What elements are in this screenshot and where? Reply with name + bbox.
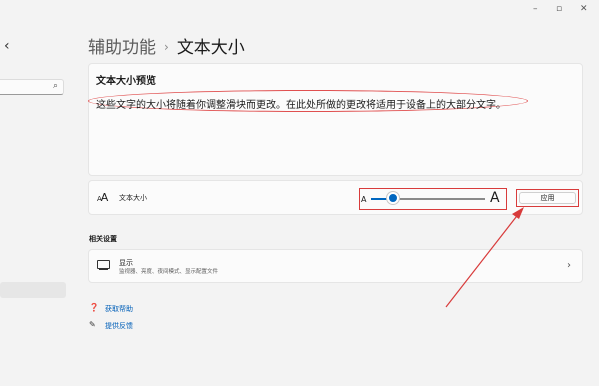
feedback-icon: ✎ — [89, 320, 96, 329]
close-button[interactable]: ✕ — [580, 4, 588, 14]
search-input[interactable]: ⌕ — [0, 79, 64, 95]
slider-thumb[interactable] — [387, 192, 399, 204]
page-title: 文本大小 — [176, 38, 245, 58]
preview-title: 文本大小预览 — [96, 76, 156, 87]
display-subtitle: 监视器、亮度、夜间模式、显示配置文件 — [119, 269, 219, 275]
chevron-right-icon: › — [567, 260, 571, 271]
breadcrumb-parent[interactable]: 辅助功能 — [88, 38, 156, 58]
text-size-icon: AA — [97, 191, 108, 204]
chevron-right-icon: › — [164, 40, 169, 54]
back-icon[interactable]: ‹ — [4, 38, 10, 54]
sidebar-item-selected[interactable] — [0, 282, 66, 298]
breadcrumb: 辅助功能 › 文本大小 — [88, 33, 245, 58]
preview-card — [88, 63, 583, 176]
slider-min-label: A — [361, 195, 367, 204]
text-size-label: 文本大小 — [119, 194, 147, 202]
monitor-icon-base — [99, 269, 108, 271]
minimize-button[interactable]: – — [533, 4, 538, 14]
annotation-apply-box: 应用 — [516, 189, 579, 207]
maximize-button[interactable]: ▫ — [556, 4, 562, 14]
text-size-row — [88, 180, 583, 215]
apply-button[interactable]: 应用 — [519, 192, 576, 204]
display-settings-item[interactable] — [88, 249, 583, 283]
related-settings-heading: 相关设置 — [89, 235, 117, 243]
search-icon: ⌕ — [52, 81, 58, 91]
slider-track[interactable] — [393, 198, 485, 200]
preview-text: 这些文字的大小将随着你调整滑块而更改。在此处所做的更改将适用于设备上的大部分文字… — [96, 100, 506, 111]
monitor-icon — [97, 260, 110, 269]
help-icon: ❓ — [89, 303, 99, 312]
get-help-link[interactable]: 获取帮助 — [105, 304, 133, 314]
slider-max-label: A — [490, 190, 500, 206]
feedback-link[interactable]: 提供反馈 — [105, 321, 133, 331]
